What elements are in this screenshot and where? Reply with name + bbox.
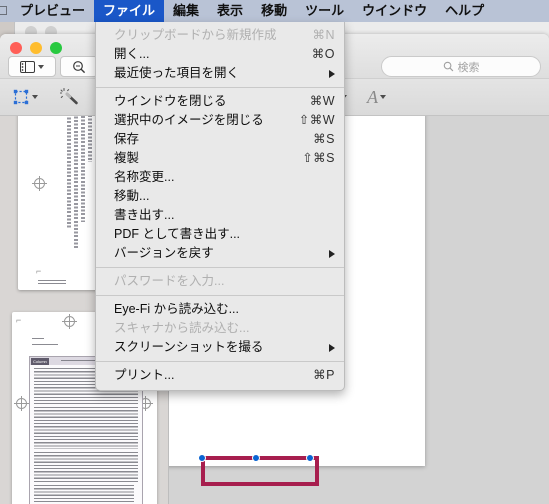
annotation-handle[interactable]	[198, 454, 206, 462]
page-text-line	[88, 116, 92, 162]
menu-item-label: パスワードを入力...	[114, 274, 225, 288]
rectangular-selection-tool[interactable]	[6, 84, 44, 110]
menu-item-shortcut: ⌘P	[313, 368, 335, 382]
menu-item[interactable]: スクリーンショットを撮る	[96, 338, 344, 357]
page-subheading	[32, 344, 58, 347]
menu-item-label: スクリーンショットを撮る	[114, 340, 264, 354]
page-text-line	[67, 116, 71, 228]
annotation-handle[interactable]	[252, 454, 260, 462]
menu-item-shortcut: ⌘S	[313, 132, 335, 146]
column-body-text	[34, 452, 138, 482]
menu-item[interactable]: 移動...	[96, 187, 344, 206]
text-style-tool[interactable]: A	[361, 84, 392, 110]
menu-preview[interactable]: プレビュー	[11, 0, 94, 22]
column-body-text	[34, 485, 134, 504]
chevron-down-icon	[38, 64, 44, 69]
page-text-line	[74, 116, 78, 248]
page-footer-text	[38, 280, 66, 284]
submenu-arrow-icon	[329, 343, 335, 352]
menu-item-label: 選択中のイメージを閉じる	[114, 113, 264, 127]
menu-item-label: 移動...	[114, 189, 150, 203]
registration-mark	[62, 314, 77, 329]
menu-item[interactable]: 開く... ⌘O	[96, 45, 344, 64]
menu-edit[interactable]: 編集	[164, 0, 208, 22]
menu-item[interactable]: 書き出す...	[96, 206, 344, 225]
chevron-down-icon	[380, 95, 386, 99]
menu-separator	[96, 295, 344, 296]
menu-tools[interactable]: ツール	[296, 0, 353, 22]
menu-item: クリップボードから新規作成 ⌘N	[96, 26, 344, 45]
menu-item-label: スキャナから読み込む...	[114, 321, 250, 335]
apple-logo-icon[interactable]: 	[0, 0, 11, 22]
menu-item-label: PDF として書き出す...	[114, 227, 241, 241]
menu-item-label: ウインドウを閉じる	[114, 94, 227, 108]
menu-separator	[96, 361, 344, 362]
sidebar-toggle-button[interactable]	[8, 56, 56, 77]
menu-item-label: 複製	[114, 151, 140, 165]
search-field[interactable]: 検索	[381, 56, 541, 77]
menu-window[interactable]: ウインドウ	[353, 0, 436, 22]
menu-item-label: プリント...	[114, 368, 175, 382]
menu-item-shortcut: ⌘W	[309, 94, 335, 108]
submenu-arrow-icon	[329, 249, 335, 258]
menu-item[interactable]: PDF として書き出す...	[96, 225, 344, 244]
menu-item[interactable]: Eye-Fi から読み込む...	[96, 300, 344, 319]
menu-item[interactable]: 名称変更...	[96, 168, 344, 187]
chevron-down-icon	[32, 95, 38, 99]
menu-item[interactable]: 複製 ⇧⌘S	[96, 149, 344, 168]
menu-item[interactable]: 選択中のイメージを閉じる ⇧⌘W	[96, 111, 344, 130]
menu-item-label: Eye-Fi から読み込む...	[114, 302, 240, 316]
menu-item[interactable]: 最近使った項目を開く	[96, 64, 344, 83]
page-heading	[32, 338, 44, 341]
menu-item-label: 書き出す...	[114, 208, 175, 222]
menu-item-label: 開く...	[114, 47, 150, 61]
crop-mark: ⌐	[16, 315, 22, 325]
crop-mark: ⌐	[36, 266, 42, 276]
magic-wand-icon	[60, 88, 78, 105]
column-body-text	[34, 407, 138, 449]
menu-item-label: クリップボードから新規作成	[114, 28, 277, 42]
annotation-handle[interactable]	[306, 454, 314, 462]
menu-view[interactable]: 表示	[208, 0, 252, 22]
file-dropdown-menu[interactable]: クリップボードから新規作成 ⌘N 開く... ⌘O 最近使った項目を開く ウインドウを閉じ…	[95, 22, 345, 391]
letter-a-icon: A	[367, 87, 378, 107]
menu-separator	[96, 87, 344, 88]
menu-file[interactable]: ファイル	[94, 0, 165, 22]
zoom-out-button[interactable]	[60, 56, 98, 77]
sidebar-icon	[20, 60, 35, 73]
menu-item-label: 名称変更...	[114, 170, 175, 184]
marquee-icon	[13, 89, 29, 105]
menu-item-shortcut: ⌘O	[311, 47, 335, 61]
registration-mark	[32, 176, 47, 191]
screen: Untitled 7.png — 編集済み	[0, 0, 549, 504]
menu-item: パスワードを入力...	[96, 272, 344, 291]
menu-item[interactable]: バージョンを戻す	[96, 244, 344, 263]
menu-help[interactable]: ヘルプ	[436, 0, 493, 22]
menu-bar:  プレビュー ファイル 編集 表示 移動 ツール ウインドウ ヘルプ	[0, 0, 549, 22]
menu-item[interactable]: ウインドウを閉じる ⌘W	[96, 92, 344, 111]
menu-item-shortcut: ⌘N	[312, 28, 335, 42]
zoom-out-icon	[73, 60, 86, 73]
menu-item-label: バージョンを戻す	[114, 246, 214, 260]
search-icon	[443, 61, 453, 72]
menu-item[interactable]: 保存 ⌘S	[96, 130, 344, 149]
menu-item-shortcut: ⇧⌘S	[302, 151, 335, 165]
menu-item: スキャナから読み込む...	[96, 319, 344, 338]
menu-go[interactable]: 移動	[252, 0, 296, 22]
registration-mark	[14, 396, 29, 411]
search-placeholder: 検索	[457, 61, 480, 74]
menu-item-shortcut: ⇧⌘W	[298, 113, 335, 127]
column-tag-label: Column	[31, 357, 49, 365]
menu-separator	[96, 267, 344, 268]
menu-item-label: 保存	[114, 132, 140, 146]
page-text-line	[81, 116, 85, 222]
menu-item-label: 最近使った項目を開く	[114, 66, 240, 80]
submenu-arrow-icon	[329, 69, 335, 78]
rectangle-annotation[interactable]	[201, 456, 319, 486]
instant-alpha-tool[interactable]	[54, 84, 86, 110]
menu-item[interactable]: プリント... ⌘P	[96, 366, 344, 385]
